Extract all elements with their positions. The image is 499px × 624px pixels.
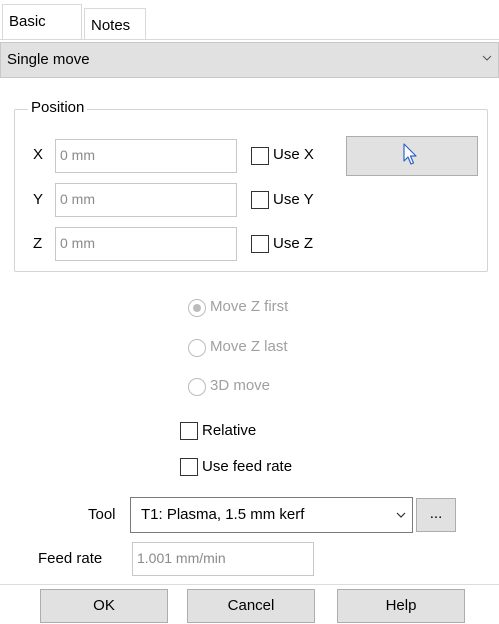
use-y-label: Use Y [273,191,314,208]
y-label: Y [33,191,44,208]
use-y-checkbox[interactable] [251,191,269,209]
use-z-checkbox[interactable] [251,235,269,253]
move-type-value: Single move [7,51,90,68]
cursor-arrow-icon [403,143,417,165]
tool-value: T1: Plasma, 1.5 mm kerf [141,506,305,523]
tab-basic[interactable]: Basic [2,4,82,40]
use-z-label: Use Z [273,235,314,252]
tab-basic-label: Basic [9,13,46,30]
pick-position-button[interactable] [346,136,478,176]
move-type-dropdown[interactable]: Single move [0,42,499,78]
relative-label: Relative [202,422,257,439]
position-legend: Position [28,99,88,116]
use-feed-rate-checkbox[interactable] [180,458,198,476]
3d-move-label: 3D move [210,377,271,394]
use-x-label: Use X [273,146,314,163]
feed-rate-input[interactable]: 1.001 mm/min [132,542,314,576]
tool-more-button[interactable]: ... [416,498,456,532]
tool-dropdown[interactable]: T1: Plasma, 1.5 mm kerf [130,497,413,533]
x-label: X [33,146,44,163]
move-z-first-label: Move Z first [210,298,289,315]
move-z-first-radio[interactable] [188,299,206,317]
move-z-last-radio[interactable] [188,339,206,357]
tab-divider [0,39,499,40]
relative-checkbox[interactable] [180,422,198,440]
x-input[interactable]: 0 mm [55,139,237,173]
tab-notes-label: Notes [91,17,131,34]
use-x-checkbox[interactable] [251,147,269,165]
radio-selected-dot [193,304,201,312]
ok-button[interactable]: OK [40,589,168,623]
use-feed-rate-label: Use feed rate [202,458,293,475]
cancel-button[interactable]: Cancel [187,589,315,623]
feed-rate-label: Feed rate [38,550,103,567]
tool-label: Tool [88,506,116,523]
footer-divider [0,584,499,585]
help-button[interactable]: Help [337,589,465,623]
chevron-down-icon [482,55,492,61]
move-z-last-label: Move Z last [210,338,288,355]
3d-move-radio[interactable] [188,378,206,396]
chevron-down-icon [396,512,406,518]
tab-notes[interactable]: Notes [84,8,146,40]
z-label: Z [33,235,43,252]
y-input[interactable]: 0 mm [55,183,237,217]
z-input[interactable]: 0 mm [55,227,237,261]
